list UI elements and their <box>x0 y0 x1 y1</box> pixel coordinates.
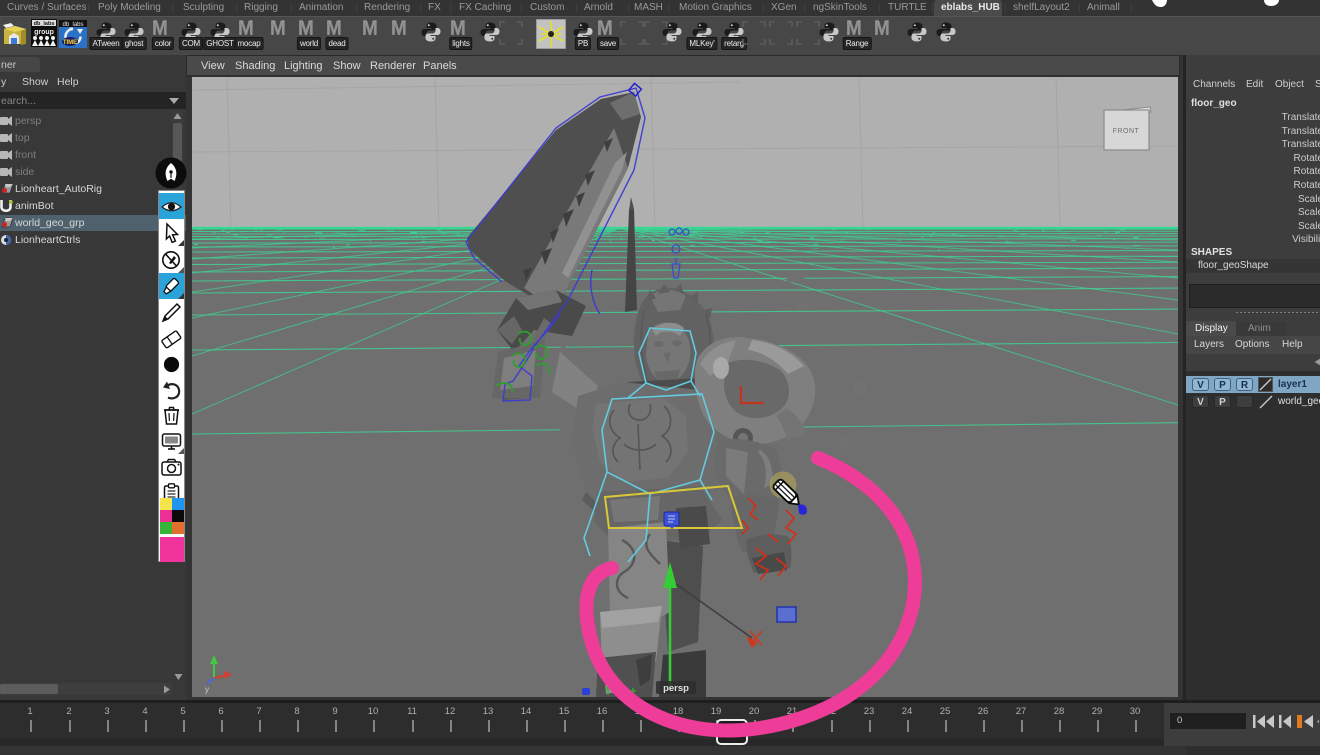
svg-text:persp: persp <box>663 683 689 694</box>
svg-text:db_labs: db_labs <box>34 21 55 27</box>
svg-text:db_labs: db_labs <box>62 22 83 28</box>
svg-text:y: y <box>205 685 209 694</box>
svg-text:TIME: TIME <box>63 40 77 46</box>
svg-text:FRONT: FRONT <box>1113 128 1140 135</box>
svg-text:group: group <box>34 29 54 36</box>
